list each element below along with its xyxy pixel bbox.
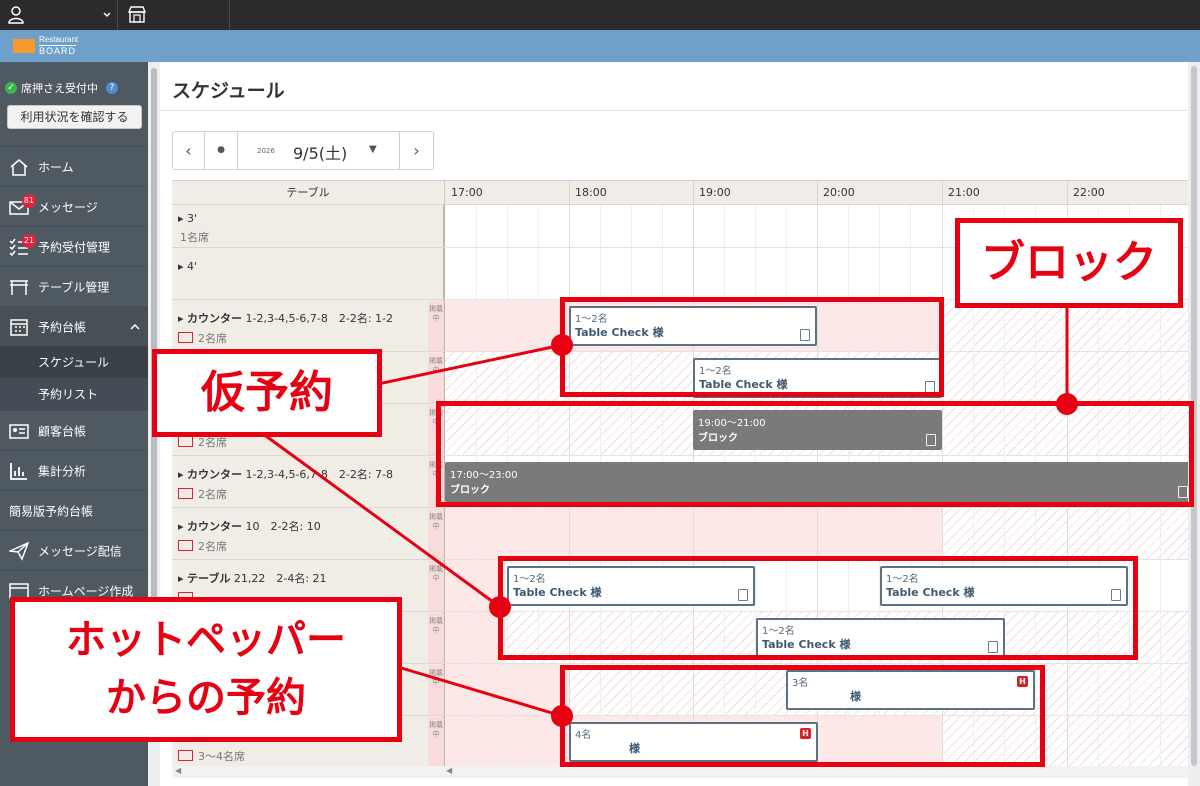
block-highlight <box>436 401 1194 507</box>
hotpepper-callout: ホットペッパー からの予約 <box>10 597 402 742</box>
annotation-dot <box>489 596 511 618</box>
block-callout: ブロック <box>955 218 1183 308</box>
annotation-dot <box>1056 393 1078 415</box>
hotpepper-callout-line2: からの予約 <box>106 675 306 721</box>
tentative-reservation-highlight <box>498 556 1138 660</box>
tentative-callout: 仮予約 <box>152 349 382 437</box>
annotation-dot <box>551 705 573 727</box>
hotpepper-reservation-highlight <box>560 665 1045 767</box>
annotation-dot <box>551 334 573 356</box>
tentative-reservation-highlight <box>560 297 944 397</box>
hotpepper-callout-line1: ホットペッパー <box>66 617 346 663</box>
